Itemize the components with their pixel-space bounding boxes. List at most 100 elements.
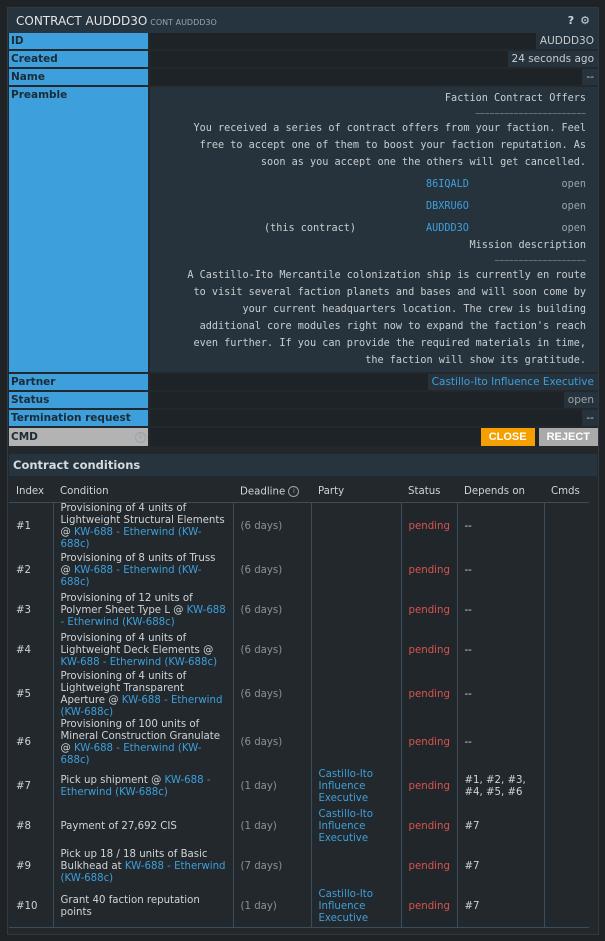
condition-status: pending bbox=[400, 590, 457, 631]
condition-deadline: (1 day) bbox=[232, 806, 311, 847]
condition-party[interactable] bbox=[310, 630, 401, 671]
mission-heading: Mission description bbox=[469, 240, 586, 251]
prop-status: Status open bbox=[9, 392, 598, 408]
condition-status: pending bbox=[400, 886, 457, 928]
condition-deadline: (6 days) bbox=[232, 670, 311, 719]
condition-party[interactable]: Castillo-Ito Influence Executive bbox=[310, 886, 401, 928]
condition-status: pending bbox=[400, 502, 457, 551]
intro-line: You received a series of contract offers… bbox=[193, 123, 586, 134]
condition-depends: -- bbox=[456, 590, 544, 631]
condition-party[interactable] bbox=[310, 550, 401, 591]
offer-link[interactable]: 86IQALD bbox=[426, 176, 486, 193]
condition-depends: #7 bbox=[456, 806, 544, 847]
condition-index: #2 bbox=[16, 564, 32, 576]
offer-status: open bbox=[561, 179, 586, 190]
window-title: CONTRACT AUDDD3O bbox=[16, 13, 148, 28]
prop-preamble: Preamble Faction Contract Offers ~~~~~~~… bbox=[9, 87, 598, 372]
offer-status: open bbox=[561, 201, 586, 212]
col-header: Status bbox=[401, 476, 457, 503]
condition-status: pending bbox=[400, 766, 457, 807]
section-title: Contract conditions bbox=[9, 454, 597, 476]
condition-cmds bbox=[543, 590, 589, 631]
status-value: open bbox=[563, 392, 598, 408]
location-link[interactable]: KW-688 - Etherwind (KW-688c) bbox=[61, 743, 202, 766]
condition-deadline: (6 days) bbox=[232, 718, 311, 767]
condition-cmds bbox=[543, 886, 589, 928]
condition-index: #7 bbox=[16, 780, 32, 792]
condition-depends: #7 bbox=[456, 846, 544, 887]
help-icon[interactable]: ? bbox=[568, 14, 574, 27]
info-icon[interactable]: i bbox=[135, 431, 146, 443]
mission-line: additional core modules right now to exp… bbox=[199, 321, 586, 332]
prop-label: CMD i bbox=[9, 428, 148, 446]
gear-icon[interactable]: ⚙ bbox=[580, 14, 590, 27]
condition-party[interactable] bbox=[310, 502, 401, 551]
condition-depends: -- bbox=[456, 718, 544, 767]
offer-link[interactable]: AUDDD3O bbox=[426, 220, 486, 237]
condition-party[interactable] bbox=[310, 590, 401, 631]
mission-line: to visit several faction planets and bas… bbox=[193, 287, 586, 298]
condition-cmds bbox=[543, 502, 589, 551]
condition-index: #3 bbox=[16, 604, 32, 616]
condition-deadline: (1 day) bbox=[232, 886, 311, 928]
condition-party[interactable]: Castillo-Ito Influence Executive bbox=[310, 766, 401, 807]
condition-cmds bbox=[543, 766, 589, 807]
condition-index: #1 bbox=[16, 520, 32, 532]
condition-row: #6 Provisioning of 100 units of Mineral C… bbox=[9, 718, 589, 767]
condition-index: #10 bbox=[9, 886, 53, 928]
intro-line: free to accept one of them to boost your… bbox=[199, 140, 586, 151]
condition-text: Provisioning of 4 units of Lightweight T… bbox=[52, 670, 233, 719]
prop-label: Created bbox=[9, 51, 148, 67]
offer-row: (this contract) AUDDD3O open bbox=[152, 220, 586, 237]
col-header: Deadline i bbox=[233, 476, 311, 503]
condition-deadline: (6 days) bbox=[232, 502, 311, 551]
title-bar[interactable]: CONTRACT AUDDD3O CONT AUDDD3O ? ⚙ bbox=[8, 8, 598, 33]
reject-button[interactable]: REJECT bbox=[538, 428, 598, 446]
condition-row: #7 Pick up shipment @ KW-688 - Etherwind … bbox=[9, 766, 589, 807]
condition-deadline: (1 day) bbox=[232, 766, 311, 807]
close-button[interactable]: CLOSE bbox=[480, 428, 535, 446]
condition-row: #10 Grant 40 faction reputation points (1 … bbox=[9, 886, 589, 928]
info-icon[interactable]: i bbox=[288, 486, 300, 497]
offer-status: open bbox=[561, 223, 586, 234]
condition-party[interactable] bbox=[310, 718, 401, 767]
condition-text: Provisioning of 8 units of Truss @ KW-68… bbox=[52, 550, 233, 591]
id-value: AUDDD3O bbox=[535, 33, 598, 49]
location-link[interactable]: KW-688 - Etherwind (KW-688c) bbox=[61, 527, 202, 550]
divider: ~~~~~~~~~~~~~~~~~~~~~~~ bbox=[475, 109, 586, 118]
condition-text: Provisioning of 4 units of Lightweight D… bbox=[52, 630, 233, 671]
condition-party[interactable] bbox=[310, 846, 401, 887]
condition-status: pending bbox=[400, 630, 457, 671]
condition-status: pending bbox=[400, 550, 457, 591]
conditions-table: Index Condition Deadline i Party Status … bbox=[9, 476, 589, 928]
name-value: -- bbox=[582, 69, 598, 85]
condition-status: pending bbox=[400, 806, 457, 847]
location-link[interactable]: KW-688 - Etherwind (KW-688c) bbox=[61, 565, 202, 588]
contract-window: CONTRACT AUDDD3O CONT AUDDD3O ? ⚙ ID AUD… bbox=[7, 7, 599, 935]
prop-label: Preamble bbox=[9, 87, 148, 372]
condition-text: Grant 40 faction reputation points bbox=[52, 886, 233, 928]
prop-label: Status bbox=[9, 392, 148, 408]
condition-party[interactable]: Castillo-Ito Influence Executive bbox=[310, 806, 401, 847]
offer-note: (this contract) bbox=[263, 223, 356, 234]
location-link[interactable]: KW-688 - Etherwind (KW-688c) bbox=[61, 657, 218, 668]
prop-termination: Termination request -- bbox=[9, 410, 598, 426]
offer-row: DBXRU6O open bbox=[152, 198, 586, 215]
offer-link[interactable]: DBXRU6O bbox=[426, 198, 486, 215]
preamble-text: Faction Contract Offers ~~~~~~~~~~~~~~~~… bbox=[150, 87, 598, 372]
condition-status: pending bbox=[400, 670, 457, 719]
condition-depends: #1, #2, #3, #4, #5, #6 bbox=[456, 766, 544, 807]
window-subtitle: CONT AUDDD3O bbox=[150, 17, 217, 27]
condition-text: Pick up shipment @ KW-688 - Etherwind (K… bbox=[52, 766, 233, 807]
condition-text: Pick up 18 / 18 units of Basic Bulkhead … bbox=[52, 846, 233, 887]
partner-link[interactable]: Castillo-Ito Influence Executive bbox=[427, 374, 598, 390]
prop-id: ID AUDDD3O bbox=[9, 33, 598, 49]
mission-line: even further. If you can provide the req… bbox=[193, 338, 586, 349]
condition-party[interactable] bbox=[310, 670, 401, 719]
condition-depends: -- bbox=[456, 630, 544, 671]
col-header: Party bbox=[311, 476, 401, 503]
condition-index: #8 bbox=[16, 820, 32, 832]
condition-row: #9 Pick up 18 / 18 units of Basic Bulkhea… bbox=[9, 846, 589, 887]
condition-cmds bbox=[543, 718, 589, 767]
condition-text: Payment of 27,692 CIS bbox=[52, 806, 233, 847]
